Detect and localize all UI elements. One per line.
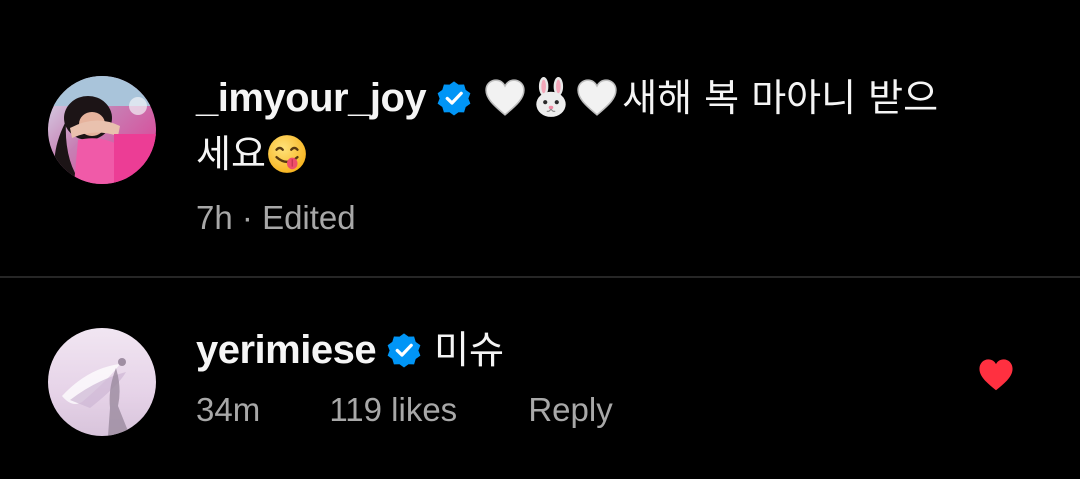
white-heart-icon (576, 77, 618, 119)
edited-label: Edited (262, 199, 356, 236)
avatar-image (48, 76, 156, 184)
avatar-yerimiese[interactable] (48, 328, 156, 436)
likes-count[interactable]: 119 likes (329, 391, 457, 429)
caption-comment: _imyour_joy 새해 복 마아니 받으 세요 7h · Edited (0, 0, 1080, 276)
comment-body: yerimiese 미슈 (196, 322, 896, 378)
like-heart-icon[interactable] (978, 358, 1014, 392)
comment-yerimiese: yerimiese 미슈 34m 119 likes Reply (0, 278, 1080, 479)
rabbit-face-icon (530, 77, 572, 119)
caption-text-part-2: 세요 (196, 132, 266, 176)
reply-button[interactable]: Reply (528, 391, 612, 429)
caption-timestamp: 7h (196, 199, 233, 236)
white-heart-icon (484, 77, 526, 119)
comment-timestamp: 34m (196, 391, 261, 428)
comment-text: 미슈 (434, 328, 505, 372)
caption-line-1: _imyour_joy 새해 복 마아니 받으 (196, 70, 996, 126)
face-savoring-food-icon (266, 133, 308, 175)
caption-text-part-1: 새해 복 마아니 받으 (622, 76, 939, 120)
caption-meta: 7h · Edited (196, 199, 356, 237)
verified-badge-icon (436, 80, 472, 116)
caption-line-2: 세요 (196, 126, 996, 182)
avatar-image (48, 328, 156, 436)
avatar-imyour-joy[interactable] (48, 76, 156, 184)
verified-badge-icon (386, 332, 422, 368)
caption-body: _imyour_joy 새해 복 마아니 받으 세요 (196, 70, 996, 182)
caption-username[interactable]: _imyour_joy (196, 76, 427, 120)
comment-meta: 34m 119 likes Reply (196, 391, 896, 429)
comment-username[interactable]: yerimiese (196, 328, 377, 372)
meta-separator: · (241, 199, 253, 236)
comment-line: yerimiese 미슈 (196, 322, 896, 378)
